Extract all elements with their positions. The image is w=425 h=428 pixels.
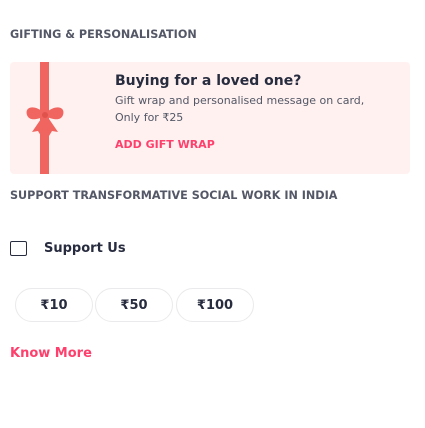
know-more-link[interactable]: Know More	[10, 346, 92, 361]
donation-amount-button[interactable]: ₹50	[95, 288, 173, 322]
support-us-row[interactable]: Support Us	[10, 238, 126, 258]
gift-wrap-content: Buying for a loved one? Gift wrap and pe…	[115, 72, 405, 152]
add-gift-wrap-button[interactable]: ADD GIFT WRAP	[115, 138, 215, 152]
gift-bow-icon	[26, 107, 64, 136]
support-us-label[interactable]: Support Us	[44, 241, 126, 256]
gift-description: Gift wrap and personalised message on ca…	[115, 94, 365, 107]
support-section-title: SUPPORT TRANSFORMATIVE SOCIAL WORK IN IN…	[10, 189, 338, 202]
gift-heading: Buying for a loved one?	[115, 73, 302, 89]
gift-price: Only for ₹25	[115, 111, 184, 124]
donation-amounts: ₹10 ₹50 ₹100	[0, 288, 425, 322]
support-us-checkbox[interactable]	[10, 240, 27, 256]
donation-amount-button[interactable]: ₹100	[176, 288, 254, 322]
gifting-section-title: GIFTING & PERSONALISATION	[10, 28, 197, 41]
gift-wrap-card: Buying for a loved one? Gift wrap and pe…	[10, 62, 410, 174]
donation-amount-button[interactable]: ₹10	[15, 288, 93, 322]
